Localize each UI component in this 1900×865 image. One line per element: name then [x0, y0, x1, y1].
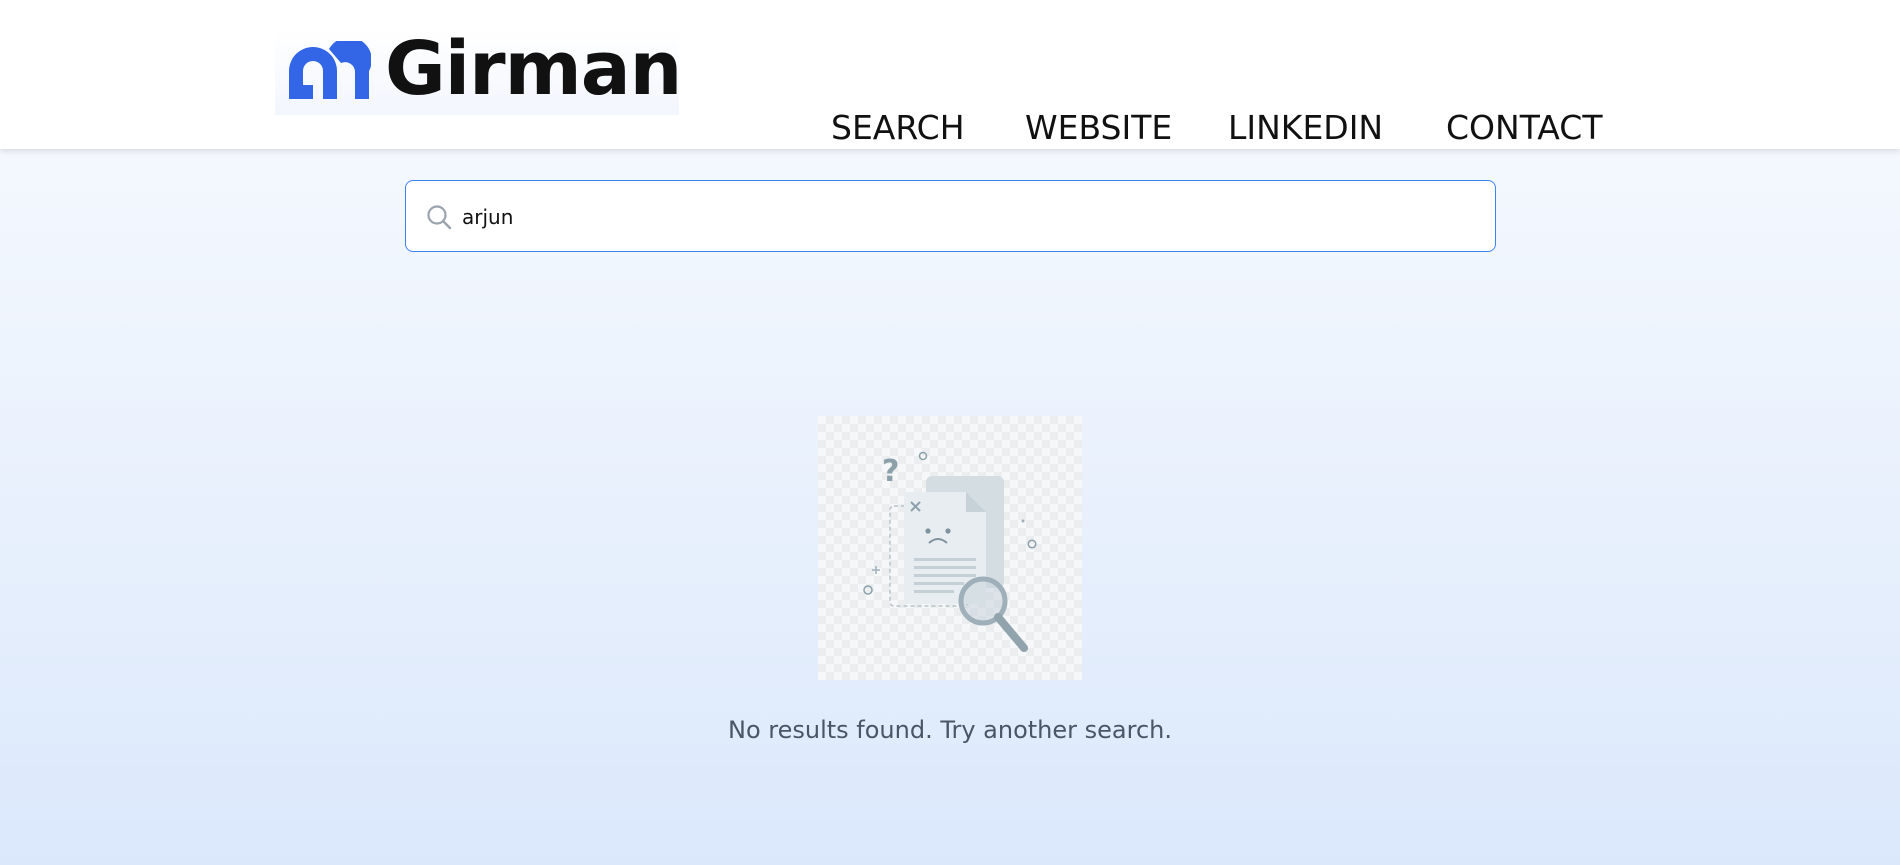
search-icon — [427, 205, 452, 230]
nav-website-link[interactable]: WEBSITE — [1025, 108, 1172, 148]
search-box[interactable] — [405, 180, 1496, 252]
nav-contact-link[interactable]: CONTACT — [1446, 108, 1603, 148]
no-results-document-magnifier-icon: ? — [863, 451, 1037, 652]
brand-logo[interactable]: Girman — [275, 26, 682, 115]
brand-name: Girman — [385, 26, 682, 112]
no-results-message: No results found. Try another search. — [727, 716, 1172, 744]
logo-mark-icon — [289, 41, 371, 99]
no-results-illustration: ? — [818, 416, 1082, 680]
nav-search-link[interactable]: SEARCH — [831, 108, 965, 148]
site-header: Girman SEARCH WEBSITE LINKEDIN CONTACT — [0, 0, 1900, 149]
nav-linkedin-link[interactable]: LINKEDIN — [1228, 108, 1383, 148]
search-input[interactable] — [462, 199, 1462, 235]
svg-text:?: ? — [882, 454, 899, 489]
